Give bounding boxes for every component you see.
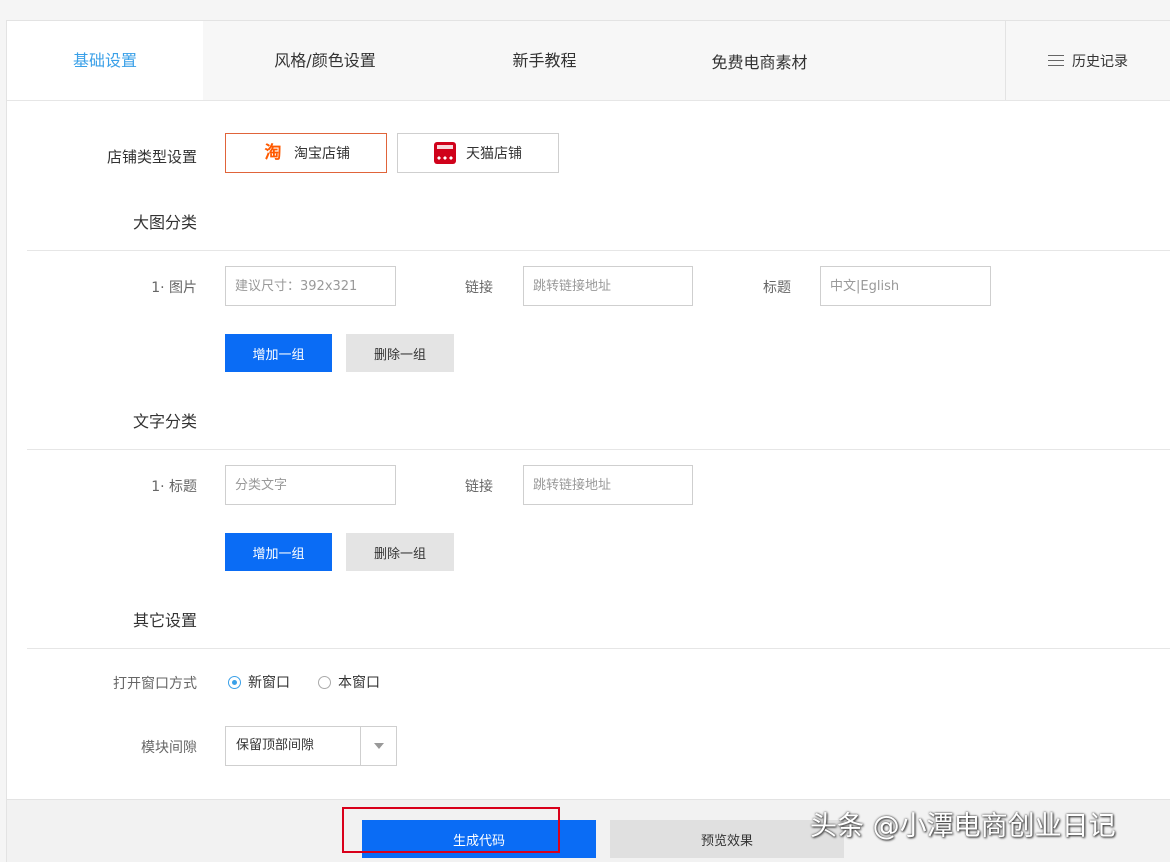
divider [27,250,1170,251]
tab-basic-settings[interactable]: 基础设置 [7,21,203,100]
big-image-row-label: 1· 图片 [151,280,197,296]
divider [27,648,1170,649]
module-gap-label: 模块间隙 [141,740,197,756]
tmall-icon [434,142,456,164]
radio-checked-icon [228,675,241,689]
other-settings-title: 其它设置 [132,611,197,630]
generate-code-button[interactable]: 生成代码 [362,820,596,858]
tab-tutorial[interactable]: 新手教程 [447,21,642,100]
menu-icon [1048,55,1064,66]
tmall-shop-button[interactable]: 天猫店铺 [397,133,559,173]
history-button[interactable]: 历史记录 [1005,21,1170,100]
watermark: 头条 @小潭电商创业日记 [810,811,1116,842]
top-nav: 基础设置 风格/颜色设置 新手教程 免费电商素材 历史记录 [7,21,1170,101]
big-image-title: 大图分类 [132,213,197,232]
text-category-title: 文字分类 [132,412,197,431]
tab-free-materials[interactable]: 免费电商素材 [652,23,867,102]
tmall-shop-label: 天猫店铺 [466,146,522,162]
history-label: 历史记录 [1072,53,1128,70]
text-category-row-label: 1· 标题 [151,479,197,495]
generator-panel: 基础设置 风格/颜色设置 新手教程 免费电商素材 历史记录 店铺类型设置 淘 淘… [6,20,1170,862]
image-size-input[interactable] [225,266,396,306]
radio-same-window[interactable]: 本窗口 [318,672,380,692]
text-category-link-label: 链接 [465,479,493,495]
open-window-label: 打开窗口方式 [113,676,197,692]
module-gap-select[interactable]: 保留顶部间隙 [225,726,397,766]
radio-new-window[interactable]: 新窗口 [228,672,290,692]
module-gap-value: 保留顶部间隙 [236,738,315,753]
taobao-icon: 淘 [264,143,282,163]
radio-unchecked-icon [318,675,331,689]
big-image-link-input[interactable] [523,266,693,306]
category-text-input[interactable] [225,465,396,505]
preview-button[interactable]: 预览效果 [610,820,844,858]
radio-same-window-label: 本窗口 [338,675,380,691]
radio-new-window-label: 新窗口 [248,675,290,691]
taobao-shop-label: 淘宝店铺 [294,146,350,162]
chevron-down-icon [360,727,396,765]
shop-type-label: 店铺类型设置 [106,148,197,166]
big-image-title-label: 标题 [763,280,791,296]
taobao-shop-button[interactable]: 淘 淘宝店铺 [225,133,387,173]
text-category-add-button[interactable]: 增加一组 [225,533,332,571]
text-category-link-input[interactable] [523,465,693,505]
big-image-title-input[interactable] [820,266,991,306]
big-image-link-label: 链接 [465,280,493,296]
big-image-delete-button[interactable]: 删除一组 [346,334,454,372]
text-category-delete-button[interactable]: 删除一组 [346,533,454,571]
tab-style-color[interactable]: 风格/颜色设置 [215,21,435,100]
divider [27,449,1170,450]
big-image-add-button[interactable]: 增加一组 [225,334,332,372]
